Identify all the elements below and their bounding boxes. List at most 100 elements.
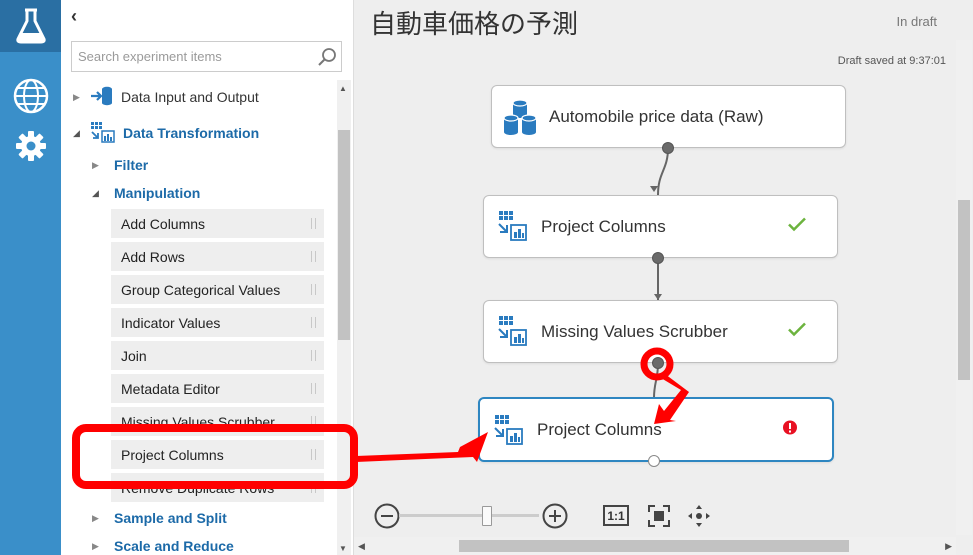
palette-scroll-thumb[interactable] [338,130,350,340]
output-port[interactable] [662,142,674,154]
palette-item-project-columns[interactable]: Project Columns [111,440,324,469]
palette-item-join[interactable]: Join [111,341,324,370]
palette-item-metadata-editor[interactable]: Metadata Editor [111,374,324,403]
drag-grip-icon[interactable] [311,383,316,394]
success-check-icon [787,216,807,237]
palette-item-label: Add Rows [121,248,185,265]
palette-item-add-rows[interactable]: Add Rows [111,242,324,271]
flask-icon [14,8,48,44]
canvas-horizontal-scrollbar[interactable]: ◀ ▶ [354,537,956,555]
zoom-in-button[interactable] [542,503,568,534]
drag-grip-icon[interactable] [311,284,316,295]
palette-item-remove-duplicate-rows[interactable]: Remove Duplicate Rows [111,473,324,502]
fit-to-screen-icon [648,505,670,527]
zoom-slider-track[interactable] [399,514,539,517]
success-check-icon [787,321,807,342]
search-box [71,41,342,72]
project-columns-icon [496,315,528,352]
experiments-nav-button[interactable] [0,0,61,52]
connection-lines [650,147,669,405]
drag-grip-icon[interactable] [311,416,316,427]
actual-size-button[interactable]: 1:1 [603,505,629,526]
zoom-in-icon [542,503,568,529]
palette-scrollbar[interactable]: ▲ ▼ [337,80,351,555]
expand-caret-icon: ▶ [73,91,80,102]
palette-item-label: Join [121,347,147,364]
drag-grip-icon[interactable] [311,449,316,460]
subcategory-label: Filter [114,157,149,173]
module-label: Project Columns [537,419,662,439]
subcategory-label: Manipulation [114,185,201,201]
web-services-nav-button[interactable] [0,70,61,122]
drag-grip-icon[interactable] [311,482,316,493]
scroll-right-arrow-icon[interactable]: ▶ [945,541,952,552]
module-missing-values-scrubber[interactable]: Missing Values Scrubber [483,300,838,363]
scroll-up-arrow-icon[interactable]: ▲ [339,84,347,93]
search-input[interactable] [72,42,308,71]
expand-caret-icon: ▶ [92,540,99,551]
fit-to-screen-button[interactable] [647,504,671,533]
category-label: Data Input and Output [121,89,259,105]
drag-grip-icon[interactable] [311,350,316,361]
scroll-down-arrow-icon[interactable]: ▼ [339,544,347,553]
search-icon[interactable] [317,47,337,72]
subcategory-manipulation[interactable]: ◢ Manipulation [92,181,200,205]
palette-item-label: Add Columns [121,215,206,232]
subcategory-label: Scale and Reduce [114,538,234,554]
canvas-horizontal-scroll-thumb[interactable] [459,540,849,552]
globe-icon [12,77,50,115]
drag-grip-icon[interactable] [311,317,316,328]
palette-item-add-columns[interactable]: Add Columns [111,209,324,238]
module-label: Automobile price data (Raw) [549,106,764,126]
module-label: Missing Values Scrubber [541,321,728,341]
palette-item-label: Indicator Values [121,314,221,331]
module-project-columns-selected[interactable]: Project Columns [478,397,834,462]
module-automobile-price-data[interactable]: Automobile price data (Raw) [491,85,846,148]
collapse-palette-button[interactable]: ‹ [71,6,77,27]
error-icon[interactable] [782,419,798,440]
drag-grip-icon[interactable] [311,251,316,262]
data-io-icon [89,85,113,110]
collapse-caret-icon: ◢ [92,187,99,198]
experiment-canvas[interactable]: 自動車価格の予測 In draft Draft saved at 9:37:01 [353,0,973,555]
scroll-left-arrow-icon[interactable]: ◀ [358,541,365,552]
module-project-columns[interactable]: Project Columns [483,195,838,258]
category-data-input-output[interactable]: ▶ Data Input and Output [73,85,259,109]
palette-item-label: Group Categorical Values [121,281,281,298]
zoom-out-icon [374,503,400,529]
project-columns-icon [492,414,524,451]
subcategory-filter[interactable]: ▶ Filter [92,153,148,177]
palette-item-indicator-values[interactable]: Indicator Values [111,308,324,337]
app-window: ‹ ▶ Data Input and Output [0,0,973,555]
output-port[interactable] [652,252,664,264]
module-palette: ‹ ▶ Data Input and Output [61,0,353,555]
palette-item-label: Missing Values Scrubber [121,413,275,430]
output-port[interactable] [648,455,660,467]
zoom-out-button[interactable] [374,503,400,534]
subcategory-label: Sample and Split [114,510,227,526]
settings-nav-button[interactable] [0,120,61,172]
gear-icon [15,130,47,162]
palette-item-label: Metadata Editor [121,380,220,397]
canvas-vertical-scrollbar[interactable] [956,40,972,535]
left-nav-rail [0,0,61,555]
subcategory-sample-and-split[interactable]: ▶ Sample and Split [92,506,227,530]
pan-button[interactable] [687,504,711,533]
subcategory-scale-and-reduce[interactable]: ▶ Scale and Reduce [92,534,234,555]
data-transformation-icon [89,121,115,146]
pan-icon [688,505,710,527]
drag-grip-icon[interactable] [311,218,316,229]
palette-item-label: Project Columns [121,446,224,463]
collapse-caret-icon: ◢ [73,127,80,138]
category-data-transformation[interactable]: ◢ Data Transformation [73,121,259,145]
expand-caret-icon: ▶ [92,512,99,523]
canvas-vertical-scroll-thumb[interactable] [958,200,970,380]
output-port[interactable] [652,357,664,369]
zoom-slider-thumb[interactable] [482,506,492,526]
module-label: Project Columns [541,216,666,236]
palette-item-group-categorical-values[interactable]: Group Categorical Values [111,275,324,304]
palette-item-missing-values-scrubber[interactable]: Missing Values Scrubber [111,407,324,436]
category-label: Data Transformation [123,125,260,141]
database-icon [502,98,538,141]
palette-item-label: Remove Duplicate Rows [121,479,275,496]
